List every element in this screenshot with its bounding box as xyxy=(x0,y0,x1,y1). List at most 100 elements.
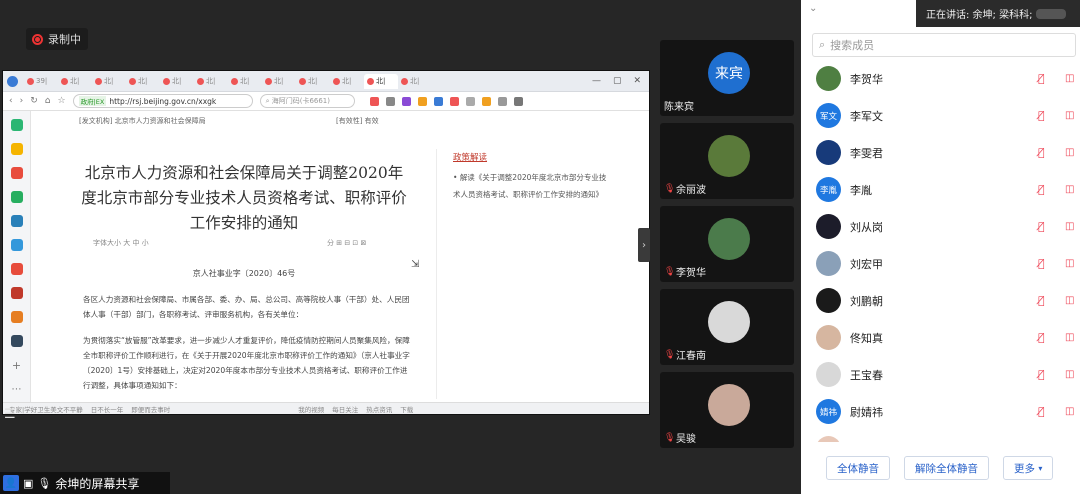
camera-off-icon[interactable]: ◫ xyxy=(1065,369,1074,380)
browser-tab[interactable]: 北| xyxy=(398,74,432,89)
app-icon[interactable] xyxy=(10,311,23,323)
participant-list: 李贺华 🎙̸ ◫ 军文 李军文 🎙̸ ◫ 李雯君 🎙̸ ◫ 李胤 李胤 🎙̸ ◫… xyxy=(812,60,1080,442)
shared-screen: 39| 北| 北| 北| 北| 北| 北| 北| 北| 北| 北| 北| — ▢… xyxy=(2,70,650,415)
list-item[interactable]: 李贺华 🎙̸ ◫ xyxy=(812,60,1080,97)
camera-off-icon[interactable]: ◫ xyxy=(1065,295,1074,306)
more-button[interactable]: 更多 ▾ xyxy=(1003,456,1054,480)
extension-icon[interactable] xyxy=(465,96,475,106)
extension-icon[interactable] xyxy=(481,96,491,106)
mic-muted-icon[interactable]: 🎙̸ xyxy=(1038,109,1045,122)
window-controls: — ▢ ✕ xyxy=(592,76,649,86)
list-item[interactable]: 李雯君 🎙̸ ◫ xyxy=(812,134,1080,171)
browser-tab[interactable]: 北| xyxy=(330,74,364,89)
mic-muted-icon[interactable]: 🎙̸ xyxy=(1038,146,1045,159)
extension-icon[interactable] xyxy=(449,96,459,106)
list-item[interactable]: 刘鹏朝 🎙̸ ◫ xyxy=(812,282,1080,319)
participants-footer: 全体静音 解除全体静音 更多 ▾ xyxy=(801,448,1080,488)
camera-off-icon[interactable]: ◫ xyxy=(1065,221,1074,232)
list-item[interactable]: 吴骏 🎙̸ ◫ xyxy=(812,430,1080,442)
browser-tab[interactable]: 北| xyxy=(58,74,92,89)
close-icon[interactable]: ✕ xyxy=(633,76,641,86)
camera-off-icon[interactable]: ◫ xyxy=(1065,184,1074,195)
app-icon[interactable] xyxy=(10,119,23,131)
forward-icon[interactable]: › xyxy=(20,96,24,106)
video-tile[interactable]: 来宾 陈来宾 xyxy=(660,40,794,116)
app-icon[interactable] xyxy=(10,287,23,299)
star-icon[interactable]: ☆ xyxy=(57,96,65,106)
recording-indicator[interactable]: 录制中 xyxy=(26,28,88,50)
browser-tab[interactable]: 北| xyxy=(262,74,296,89)
mute-all-button[interactable]: 全体静音 xyxy=(826,456,890,480)
camera-off-icon[interactable]: ◫ xyxy=(1065,110,1074,121)
list-item[interactable]: 刘从岗 🎙̸ ◫ xyxy=(812,208,1080,245)
policy-link[interactable]: • 解读《关于调整2020年度北京市部分专业技术人员资格考试、职称评价工作安排的… xyxy=(453,169,613,203)
list-item[interactable]: 刘宏甲 🎙̸ ◫ xyxy=(812,245,1080,282)
mic-muted-icon[interactable]: 🎙̸ xyxy=(1038,220,1045,233)
chevron-down-icon[interactable]: ⌄ xyxy=(809,3,817,14)
app-icon[interactable] xyxy=(10,263,23,275)
video-tile[interactable]: 🎙 余丽波 xyxy=(660,123,794,199)
list-item[interactable]: 李胤 李胤 🎙̸ ◫ xyxy=(812,171,1080,208)
home-icon[interactable]: ⌂ xyxy=(45,96,51,106)
extension-icon[interactable] xyxy=(433,96,443,106)
extension-icon[interactable] xyxy=(385,96,395,106)
avatar: 军文 xyxy=(816,103,841,128)
avatar xyxy=(708,218,750,260)
member-search-input[interactable]: ⌕ 搜索成员 xyxy=(812,33,1076,57)
more-apps-icon[interactable]: ⋯ xyxy=(12,384,22,395)
list-item[interactable]: 王宝春 🎙̸ ◫ xyxy=(812,356,1080,393)
browser-tab[interactable]: 北| xyxy=(92,74,126,89)
maximize-icon[interactable]: ▢ xyxy=(613,76,622,86)
refresh-icon[interactable]: ↻ xyxy=(30,96,38,106)
back-icon[interactable]: ‹ xyxy=(9,96,13,106)
app-icon[interactable] xyxy=(10,191,23,203)
camera-off-icon[interactable]: ◫ xyxy=(1065,73,1074,84)
app-icon[interactable] xyxy=(10,167,23,179)
browser-tab[interactable]: 39| xyxy=(24,74,58,89)
page-title: 北京市人力资源和社会保障局关于调整2020年度北京市部分专业技术人员资格考试、职… xyxy=(81,164,407,232)
app-icon[interactable] xyxy=(10,239,23,251)
mic-muted-icon[interactable]: 🎙̸ xyxy=(1038,331,1045,344)
browser-tab[interactable]: 北| xyxy=(126,74,160,89)
mic-muted-icon: 🎙 xyxy=(664,266,676,277)
browser-tab-active[interactable]: 北| xyxy=(364,73,398,89)
add-app-icon[interactable]: + xyxy=(12,359,21,372)
browser-tab[interactable]: 北| xyxy=(194,74,228,89)
mic-muted-icon[interactable]: 🎙̸ xyxy=(1038,368,1045,381)
browser-search-input[interactable]: ⌕ 海阿门码(卡6661) xyxy=(259,94,355,108)
extension-icon[interactable] xyxy=(497,96,507,106)
video-tile[interactable]: 🎙 吴骏 xyxy=(660,372,794,448)
browser-tab[interactable]: 北| xyxy=(160,74,194,89)
list-item[interactable]: 婧祎 尉婧祎 🎙̸ ◫ xyxy=(812,393,1080,430)
speaking-indicator: 正在讲话: 余坤; 梁科科; xyxy=(916,0,1080,27)
minimize-icon[interactable]: — xyxy=(592,76,601,86)
url-input[interactable]: 政府|EX http://rsj.beijing.gov.cn/xxgk xyxy=(72,94,253,108)
camera-off-icon[interactable]: ◫ xyxy=(1065,332,1074,343)
font-size-control[interactable]: 字体大小 大 中 小 xyxy=(93,238,149,248)
list-item[interactable]: 军文 李军文 🎙̸ ◫ xyxy=(812,97,1080,134)
mic-muted-icon[interactable]: 🎙̸ xyxy=(1038,183,1045,196)
video-tile[interactable]: 🎙 江春南 xyxy=(660,289,794,365)
camera-off-icon[interactable]: ◫ xyxy=(1065,258,1074,269)
list-item[interactable]: 佟知真 🎙̸ ◫ xyxy=(812,319,1080,356)
extension-icon[interactable] xyxy=(513,96,523,106)
browser-tab[interactable]: 北| xyxy=(296,74,330,89)
mic-muted-icon[interactable]: 🎙̸ xyxy=(1038,405,1045,418)
camera-off-icon[interactable]: ◫ xyxy=(1065,406,1074,417)
share-tools[interactable]: 分 ⊞ ⊟ ⊡ ⊠ xyxy=(327,238,366,248)
app-icon[interactable] xyxy=(10,215,23,227)
collapse-panel-handle[interactable]: › xyxy=(638,228,650,262)
mic-muted-icon[interactable]: 🎙̸ xyxy=(1038,294,1045,307)
app-icon[interactable] xyxy=(10,143,23,155)
unmute-all-button[interactable]: 解除全体静音 xyxy=(904,456,989,480)
mic-muted-icon[interactable]: 🎙̸ xyxy=(1038,257,1045,270)
app-icon[interactable] xyxy=(10,335,23,347)
mic-muted-icon[interactable]: 🎙̸ xyxy=(1038,72,1045,85)
browser-tab[interactable]: 北| xyxy=(228,74,262,89)
extension-icon[interactable] xyxy=(401,96,411,106)
extension-icon[interactable] xyxy=(369,96,379,106)
video-tile[interactable]: 🎙 李贺华 xyxy=(660,206,794,282)
extension-icon[interactable] xyxy=(417,96,427,106)
camera-off-icon[interactable]: ◫ xyxy=(1065,147,1074,158)
menu-icon[interactable]: ☰ xyxy=(4,407,16,422)
